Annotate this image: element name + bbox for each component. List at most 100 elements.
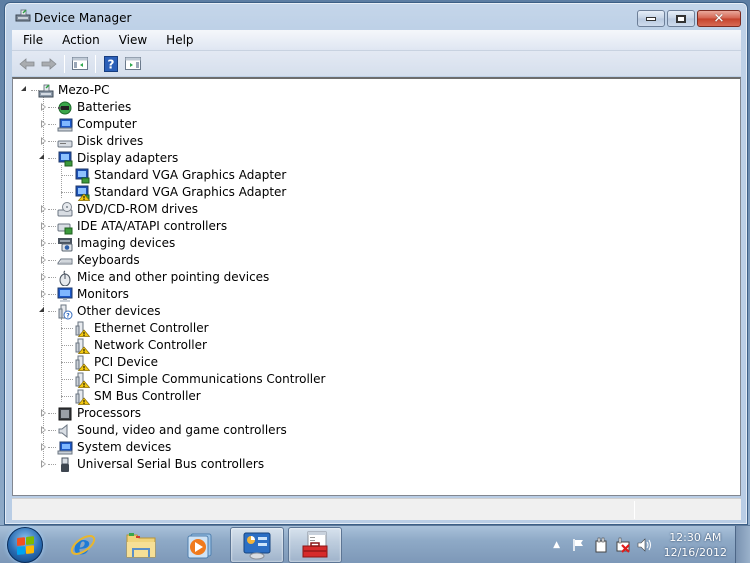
tree-label: Sound, video and game controllers [77,423,287,437]
help-button[interactable]: ? [100,54,122,74]
svg-text:?: ? [66,312,70,319]
tree-device[interactable]: Ethernet Controller [57,320,209,337]
network-button[interactable] [615,537,631,553]
tree-line [61,328,73,329]
taskbar-media-player[interactable] [172,527,226,563]
tree-line [61,192,73,193]
tree-category[interactable]: Keyboards [39,252,140,269]
ide-controller-icon [57,223,73,234]
expand-toggle[interactable] [39,205,48,214]
tree-device[interactable]: Standard VGA Graphics Adapter [57,167,286,184]
tree-label: Batteries [77,100,132,114]
tree-label: Mezo-PC [58,83,110,97]
close-button[interactable]: ✕ [697,10,741,27]
tree-label: PCI Device [94,355,159,369]
tree-line [48,243,56,244]
action-center-flag-icon [572,539,583,551]
show-hide-action-pane-button[interactable] [122,54,144,74]
tree-label: SM Bus Controller [94,389,201,403]
tree-category[interactable]: ? Other devices [39,303,161,320]
display-adapter-icon [75,168,90,183]
tree-category[interactable]: Computer [39,116,137,133]
taskbar-internet-explorer[interactable]: e [56,527,110,563]
tree-device[interactable]: PCI Simple Communications Controller [57,371,325,388]
tree-label: Universal Serial Bus controllers [77,457,265,471]
taskbar-windows-explorer[interactable] [114,527,168,563]
tree-label: Mice and other pointing devices [77,270,270,284]
tree-root[interactable]: Mezo-PC [21,82,110,99]
menu-help[interactable]: Help [155,30,201,50]
title-bar[interactable]: Device Manager ✕ [5,3,747,30]
clock-date: 12/16/2012 [663,546,727,559]
toolbar-separator [95,54,96,73]
clock[interactable]: 12:30 AM 12/16/2012 [664,530,727,560]
menu-action[interactable]: Action [51,30,108,50]
tree-category[interactable]: Sound, video and game controllers [39,422,287,439]
expand-toggle[interactable] [39,426,48,435]
expand-toggle[interactable] [39,443,48,452]
taskbar-device-manager[interactable] [288,527,342,563]
expand-toggle[interactable] [39,137,48,146]
volume-button[interactable] [637,537,653,553]
menu-file[interactable]: File [12,30,51,50]
unknown-device-icon [75,338,90,354]
tree-line [48,141,56,142]
expand-toggle[interactable] [39,103,48,112]
tree-device[interactable]: PCI Device [57,354,158,371]
tree-category[interactable]: Display adapters [39,150,178,167]
tree-category[interactable]: Batteries [39,99,131,116]
expand-toggle[interactable] [39,222,48,231]
back-button[interactable] [16,54,38,74]
tree-category[interactable]: Imaging devices [39,235,175,252]
tree-line [61,345,73,346]
tree-label: Network Controller [94,338,207,352]
tree-device[interactable]: SM Bus Controller [57,388,201,405]
tree-category[interactable]: Monitors [39,286,129,303]
expand-toggle[interactable] [39,273,48,282]
tree-category[interactable]: Disk drives [39,133,143,150]
computer-tower-icon [38,84,54,97]
tree-category[interactable]: Mice and other pointing devices [39,269,269,286]
camera-icon [58,237,73,251]
network-disconnected-icon [616,537,630,553]
clock-time: 12:30 AM [669,531,722,544]
expand-toggle[interactable] [39,307,48,316]
toolbox-icon [302,531,328,558]
expand-toggle[interactable] [39,409,48,418]
action-center-button[interactable] [571,537,587,553]
tree-device[interactable]: Network Controller [57,337,207,354]
tree-category[interactable]: System devices [39,439,171,456]
maximize-button[interactable] [667,10,695,27]
expand-toggle[interactable] [39,239,48,248]
processor-icon [58,407,72,420]
device-tree[interactable]: Mezo-PC Batteries Computer Disk drives Disp… [12,77,741,496]
tree-line [61,396,73,397]
svg-text:?: ? [108,57,115,71]
close-icon: ✕ [713,11,725,26]
start-button[interactable] [7,527,43,563]
taskbar-control-panel[interactable] [230,527,284,563]
menu-view[interactable]: View [108,30,155,50]
power-button[interactable] [593,537,609,553]
tree-category[interactable]: IDE ATA/ATAPI controllers [39,218,227,235]
tree-category[interactable]: Universal Serial Bus controllers [39,456,264,473]
keyboard-icon [57,258,73,264]
tree-label: Standard VGA Graphics Adapter [94,185,287,199]
status-divider [634,501,635,519]
expand-toggle[interactable] [39,154,48,163]
show-desktop-button[interactable] [735,526,750,563]
show-hide-console-tree-button[interactable] [69,54,91,74]
tree-device[interactable]: Standard VGA Graphics Adapter [57,184,286,201]
tree-line [48,464,56,465]
tree-category[interactable]: Processors [39,405,141,422]
expand-toggle[interactable] [39,120,48,129]
expand-toggle[interactable] [21,86,30,95]
minimize-button[interactable] [637,10,665,27]
forward-button[interactable] [38,54,60,74]
show-hidden-icons-button[interactable]: ▲ [549,537,565,553]
tree-category[interactable]: DVD/CD-ROM drives [39,201,198,218]
internet-explorer-icon: e [70,531,96,560]
expand-toggle[interactable] [39,290,48,299]
expand-toggle[interactable] [39,256,48,265]
expand-toggle[interactable] [39,460,48,469]
